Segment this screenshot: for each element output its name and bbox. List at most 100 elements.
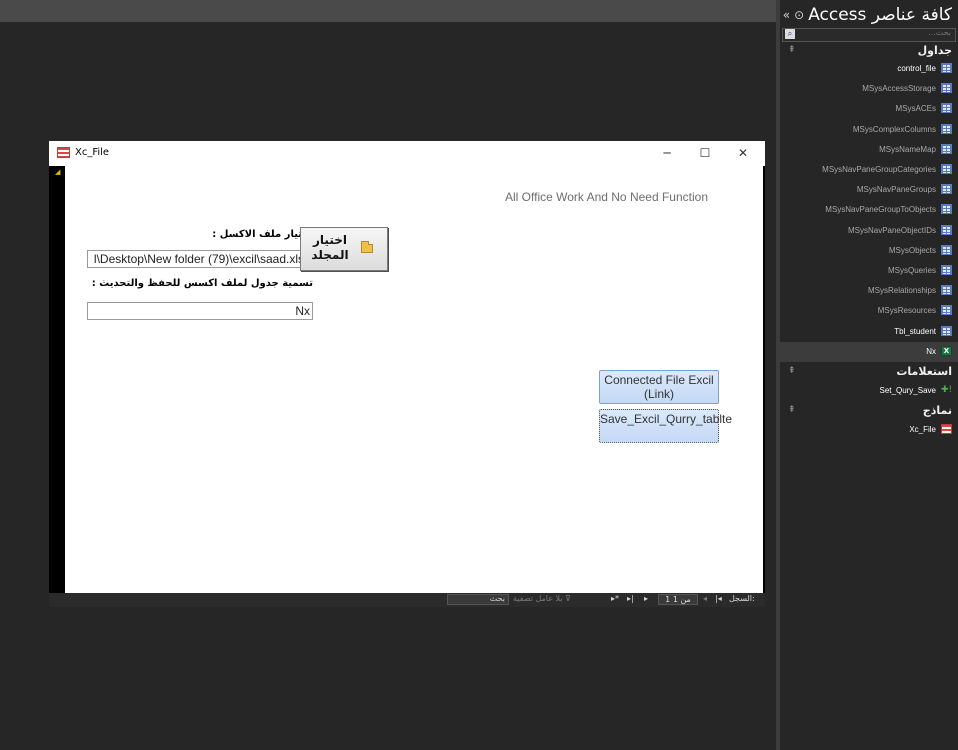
record-navigation-bar: السجل: |◂ ◂ 1 من 1 ▸ ▸| ▸* بلا عامل تصفي… [49, 593, 765, 607]
nav-group-header[interactable]: ⇞ نماذج [780, 403, 958, 419]
folder-icon [361, 241, 373, 253]
nav-collapse-icon[interactable]: » [783, 8, 790, 22]
nav-item[interactable]: MSysNavPaneGroups [780, 180, 958, 200]
table-icon [941, 325, 952, 336]
table-icon [941, 305, 952, 316]
nav-item-label: MSysNameMap [879, 144, 936, 154]
form-body: All Office Work And No Need Function اخت… [65, 166, 763, 593]
navigation-pane: كافة عناصر Access ⊙ » ⌕ ⇞ جداول control_fi… [780, 0, 958, 750]
nav-item-label: MSysQueries [887, 266, 936, 275]
nav-item-label: MSysNavPaneGroupToObjects [825, 205, 936, 215]
collapse-group-icon[interactable]: ⇞ [788, 45, 796, 55]
form-subtitle: All Office Work And No Need Function [505, 190, 708, 204]
previous-record-icon[interactable]: ◂ [703, 594, 707, 603]
form-title: Xc_File [75, 147, 110, 158]
search-icon[interactable]: ⌕ [785, 29, 795, 39]
new-record-icon[interactable]: ▸* [611, 594, 619, 603]
nav-item-label: MSysResources [877, 306, 936, 316]
table-name-label: تسمية جدول لملف اكسس للحفظ والتحديث : [91, 278, 313, 289]
maximize-button[interactable]: ☐ [690, 144, 720, 162]
table-icon [941, 63, 952, 73]
choose-folder-button[interactable]: اختيار المجلد [300, 227, 388, 271]
nav-group-label: نماذج [922, 404, 952, 418]
nav-item[interactable]: MSysComplexColumns [780, 120, 958, 140]
connect-excel-link-button[interactable]: Connected File Excil (Link) [599, 370, 719, 404]
nav-item[interactable]: Nx X [780, 341, 958, 362]
record-selector-icon: ◢ [55, 168, 61, 176]
nav-header[interactable]: كافة عناصر Access ⊙ » [783, 2, 952, 28]
close-button[interactable]: ✕ [728, 144, 758, 162]
nav-menu-chevron-icon[interactable]: ⊙ [794, 8, 804, 22]
nav-item[interactable]: Tbl_student [780, 322, 958, 342]
nav-item-label: MSysRelationships [867, 286, 936, 296]
nav-item-label: control_file [897, 64, 936, 73]
nav-item[interactable]: MSysNameMap [780, 140, 958, 160]
nav-item[interactable]: control_file [780, 59, 958, 79]
nav-item-label: Xc_File [909, 425, 936, 435]
choose-folder-label: اختيار المجلد [311, 233, 349, 262]
table-icon [941, 103, 952, 114]
nav-item[interactable]: MSysNavPaneGroupCategories [780, 160, 958, 180]
nav-item[interactable]: MSysNavPaneObjectIDs [780, 221, 958, 241]
nav-item[interactable]: MSysObjects [780, 241, 958, 261]
table-icon [941, 224, 952, 235]
last-record-icon[interactable]: ▸| [627, 594, 634, 603]
excel-link-icon: X [941, 345, 952, 356]
nav-item[interactable]: MSysAccessStorage [780, 79, 958, 99]
nav-item[interactable]: MSysRelationships [780, 281, 958, 301]
table-icon [941, 184, 952, 195]
nav-item[interactable]: MSysNavPaneGroupToObjects [780, 200, 958, 220]
nav-item-label: MSysObjects [888, 245, 936, 255]
table-icon [941, 204, 952, 215]
table-icon [941, 265, 952, 275]
form-window: Xc_File ─ ☐ ✕ ◢ All Office Work And No N… [49, 141, 765, 607]
nav-title[interactable]: كافة عناصر Access [808, 5, 952, 25]
nav-item-label: Tbl_student [894, 326, 936, 336]
nav-group-header[interactable]: ⇞ جداول [780, 43, 958, 59]
nav-search-input[interactable] [801, 28, 951, 37]
nav-group-header[interactable]: ⇞ استعلامات [780, 364, 958, 380]
nav-item-label: MSysAccessStorage [862, 84, 936, 94]
record-selector[interactable]: ◢ [49, 166, 65, 595]
nav-item-label: Nx [926, 346, 936, 356]
table-icon [941, 164, 952, 174]
nav-item[interactable]: MSysResources [780, 301, 958, 321]
nav-group-label: استعلامات [896, 365, 952, 378]
nav-item-label: MSysNavPaneGroups [856, 185, 936, 195]
nav-item[interactable]: MSysACEs [780, 99, 958, 119]
form-titlebar[interactable]: Xc_File ─ ☐ ✕ [49, 141, 765, 166]
nav-item-label: MSysNavPaneGroupCategories [822, 165, 936, 174]
table-icon [941, 244, 952, 255]
first-record-icon[interactable]: |◂ [715, 594, 722, 603]
nav-search-box[interactable]: ⌕ [782, 28, 956, 42]
nav-item-label: MSysNavPaneObjectIDs [847, 225, 936, 235]
append-query-icon: ✚! [941, 385, 953, 395]
filter-icon: ⊽ [565, 594, 571, 603]
table-icon [941, 83, 952, 94]
collapse-group-icon[interactable]: ⇞ [788, 366, 796, 376]
nav-item[interactable]: MSysQueries [780, 261, 958, 281]
collapse-group-icon[interactable]: ⇞ [788, 405, 796, 415]
no-filter-label: بلا عامل تصفية [513, 594, 563, 603]
nav-item[interactable]: Set_Qury_Save ✚! [780, 381, 958, 401]
nav-item[interactable]: Xc_File [780, 420, 958, 440]
table-name-field[interactable]: Nx [87, 302, 313, 320]
filter-status[interactable]: بلا عامل تصفية ⊽ [513, 594, 571, 603]
form-icon [57, 147, 70, 158]
form-icon [941, 424, 952, 435]
nav-item-label: Set_Qury_Save [879, 386, 936, 395]
excel-file-label: اختيار ملف الاكسل : [212, 229, 313, 240]
record-search-label: بحث [489, 594, 505, 603]
top-strip [0, 0, 776, 22]
next-record-icon[interactable]: ▸ [644, 594, 648, 603]
table-icon [941, 143, 952, 154]
nav-group-label: جداول [917, 44, 952, 57]
table-icon [941, 285, 952, 296]
nav-item-label: MSysComplexColumns [852, 124, 936, 134]
minimize-button[interactable]: ─ [652, 144, 682, 162]
excel-path-field[interactable]: l\Desktop\New folder (79)\excil\saad.xls… [87, 250, 313, 268]
save-excel-query-table-button[interactable]: Save_Excil_Qurry_tablte [599, 409, 732, 443]
nav-item-label: MSysACEs [895, 104, 936, 114]
record-position-field[interactable]: 1 من 1 [658, 594, 698, 605]
record-search-box[interactable]: بحث [447, 594, 509, 605]
